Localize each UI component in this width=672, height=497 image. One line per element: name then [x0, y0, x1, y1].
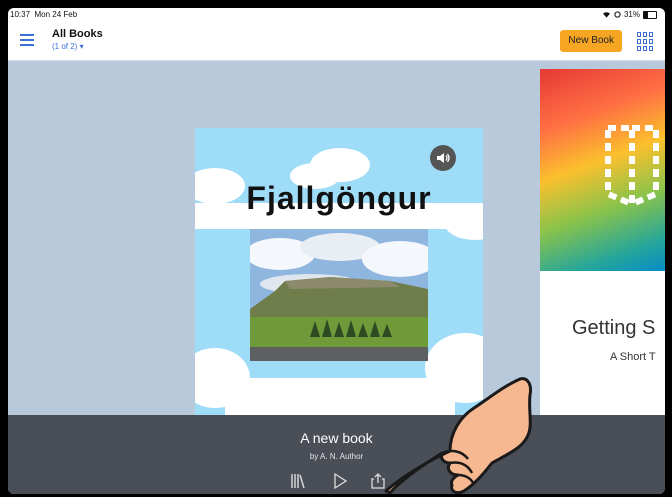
cover-artwork [540, 69, 665, 271]
speaker-icon[interactable] [430, 145, 456, 171]
book-title: A new book [300, 430, 373, 446]
battery-icon [643, 10, 657, 19]
library-icon[interactable] [289, 472, 307, 490]
collection-selector[interactable]: (1 of 2) ▾ [52, 42, 84, 51]
new-book-button[interactable]: New Book [560, 30, 622, 52]
book-heart-icon [605, 125, 659, 209]
status-bar: 10:37 Mon 24 Feb 31% [8, 8, 665, 22]
book-info-bar: A new book by A. N. Author [8, 415, 665, 494]
grid-view-icon[interactable] [637, 32, 653, 51]
book-cover-next[interactable]: Getting S A Short T [540, 69, 665, 429]
page-title: All Books [52, 28, 103, 40]
battery-percent: 31% [623, 10, 640, 19]
pointing-hand-icon [384, 377, 532, 494]
cover-title: Fjallgöngur [246, 180, 432, 216]
app-screen: 10:37 Mon 24 Feb 31% All Books (1 of 2) … [8, 8, 665, 494]
next-book-subtitle: A Short T [610, 351, 656, 363]
play-icon[interactable] [331, 472, 349, 490]
app-header: All Books (1 of 2) ▾ New Book [8, 22, 665, 61]
wifi-icon [602, 12, 610, 18]
book-author: by A. N. Author [309, 452, 364, 461]
status-right: 31% [602, 10, 657, 19]
hamburger-menu-icon[interactable] [20, 34, 34, 46]
next-book-title: Getting S [572, 317, 656, 339]
cover-photo [250, 229, 428, 361]
status-time: 10:37 Mon 24 Feb [10, 10, 78, 19]
orientation-lock-icon [614, 11, 621, 18]
